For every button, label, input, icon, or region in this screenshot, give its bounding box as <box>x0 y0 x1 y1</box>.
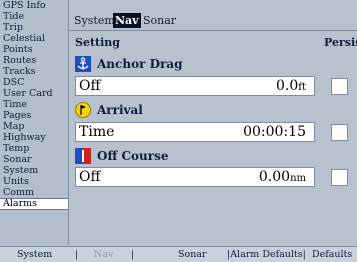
sidebar-item-tide[interactable]: Tide <box>0 11 68 22</box>
tab-sonar[interactable]: Sonar <box>141 13 178 28</box>
sidebar-item-points[interactable]: Points <box>0 44 68 55</box>
main-panel: System Nav Sonar Setting Persist Anchor … <box>69 0 357 245</box>
sidebar-item-highway[interactable]: Highway <box>0 132 68 143</box>
off-course-field[interactable]: Off 0.00nm <box>75 167 315 187</box>
sidebar-item-time[interactable]: Time <box>0 99 68 110</box>
anchor-icon <box>75 56 91 72</box>
sidebar-item-user-card[interactable]: User Card <box>0 88 68 99</box>
softkey-system[interactable]: System <box>17 249 52 260</box>
persist-header: Persist <box>324 36 357 49</box>
arrival-label-row: Arrival <box>75 100 143 120</box>
tab-system[interactable]: System <box>72 13 117 28</box>
sidebar-item-gps-info[interactable]: GPS Info <box>0 0 68 11</box>
sidebar: GPS Info Tide Trip Celestial Points Rout… <box>0 0 69 245</box>
arrival-value: 00:00:15 <box>243 124 306 140</box>
sidebar-item-sonar[interactable]: Sonar <box>0 154 68 165</box>
sidebar-item-trip[interactable]: Trip <box>0 22 68 33</box>
off-course-value: 0.00nm <box>258 169 306 185</box>
off-course-setting: Off <box>79 169 101 185</box>
sidebar-item-celestial[interactable]: Celestial <box>0 33 68 44</box>
sidebar-item-tracks[interactable]: Tracks <box>0 66 68 77</box>
sidebar-item-temp[interactable]: Temp <box>0 143 68 154</box>
arrival-flag-icon <box>75 102 91 118</box>
sidebar-item-dsc[interactable]: DSC <box>0 77 68 88</box>
anchor-drag-persist-checkbox[interactable] <box>331 78 348 95</box>
sidebar-item-units[interactable]: Units <box>0 176 68 187</box>
sidebar-item-map[interactable]: Map <box>0 121 68 132</box>
sidebar-item-pages[interactable]: Pages <box>0 110 68 121</box>
sidebar-item-routes[interactable]: Routes <box>0 55 68 66</box>
bottom-soft-key-bar: System | Nav | Sonar |Alarm Defaults| De… <box>0 246 357 262</box>
tab-nav[interactable]: Nav <box>113 13 141 28</box>
sidebar-item-comm[interactable]: Comm <box>0 187 68 198</box>
softkey-separator: | <box>131 249 135 260</box>
sidebar-item-alarms[interactable]: Alarms <box>0 198 68 210</box>
anchor-drag-value: 0.0ft <box>276 78 306 94</box>
off-course-label: Off Course <box>97 149 169 163</box>
softkey-nav[interactable]: Nav <box>94 249 113 260</box>
softkey-sonar[interactable]: Sonar <box>178 249 207 260</box>
anchor-drag-label: Anchor Drag <box>97 57 183 71</box>
setting-header: Setting <box>75 36 120 49</box>
softkey-alarm-defaults[interactable]: |Alarm Defaults| <box>227 249 306 260</box>
anchor-drag-field[interactable]: Off 0.0ft <box>75 76 315 96</box>
anchor-drag-label-row: Anchor Drag <box>75 54 182 74</box>
tab-bar: System Nav Sonar <box>69 0 357 31</box>
softkey-separator: | <box>75 249 79 260</box>
off-course-persist-checkbox[interactable] <box>331 169 348 186</box>
off-course-label-row: Off Course <box>75 146 168 166</box>
off-course-icon <box>75 148 91 164</box>
anchor-drag-setting: Off <box>79 78 101 94</box>
arrival-field[interactable]: Time 00:00:15 <box>75 122 315 142</box>
sidebar-item-system[interactable]: System <box>0 165 68 176</box>
softkey-defaults[interactable]: Defaults <box>312 249 352 260</box>
arrival-setting: Time <box>79 124 115 140</box>
arrival-persist-checkbox[interactable] <box>331 124 348 141</box>
arrival-label: Arrival <box>97 103 143 117</box>
